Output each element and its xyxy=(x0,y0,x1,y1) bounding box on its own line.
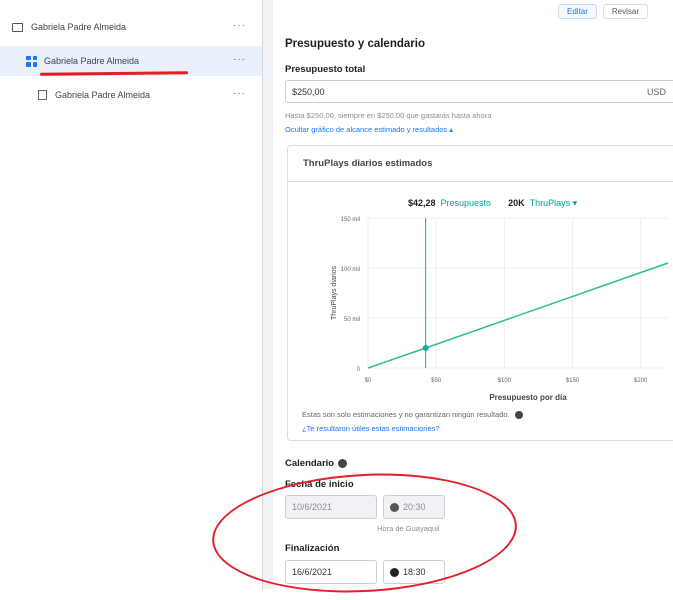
estimate-series-line xyxy=(367,262,669,369)
budget-value: $250,00 xyxy=(292,86,325,97)
budget-help-text: Hasta $250,00, siempre en $250,00 que ga… xyxy=(285,111,492,120)
currency-label: USD xyxy=(646,86,666,97)
campaign-tree: Gabriela Padre Almeida ··· Gabriela Padr… xyxy=(0,0,262,589)
more-options-icon[interactable]: ··· xyxy=(233,54,246,65)
x-axis-label: Presupuesto por día xyxy=(489,393,567,402)
x-tick-label: $150 xyxy=(566,378,580,384)
estimate-summary: $42,28 Presupuesto 20K ThruPlays ▾ xyxy=(408,198,577,209)
summary-count: 20K xyxy=(508,198,525,208)
info-icon[interactable] xyxy=(514,411,523,420)
more-options-icon[interactable]: ··· xyxy=(233,88,246,99)
metric-selector[interactable]: ThruPlays ▾ xyxy=(530,198,578,209)
budget-input[interactable]: $250,00 USD xyxy=(285,80,673,103)
estimate-chart: 0 50 mil 100 mil 150 mil $0 $50 $100 $150 $200 Th… xyxy=(331,217,669,402)
schedule-heading: Calendario xyxy=(285,458,348,469)
budget-marker-point xyxy=(422,345,429,351)
disclaimer-text: Estas son solo estimaciones y no garanti… xyxy=(302,410,523,420)
ad-page-icon xyxy=(38,90,47,100)
x-tick-label: $200 xyxy=(634,378,648,384)
estimate-card: ThruPlays diarios estimados $42,28 Presu… xyxy=(287,145,673,441)
tree-item-campaign[interactable]: Gabriela Padre Almeida ··· xyxy=(0,12,262,42)
tree-item-label: Gabriela Padre Almeida xyxy=(31,22,127,32)
edit-button[interactable]: Editar xyxy=(558,4,597,19)
schedule-title: Calendario xyxy=(285,458,335,469)
y-tick-label: 50 mil xyxy=(344,317,360,323)
section-title: Presupuesto y calendario xyxy=(285,38,425,50)
y-tick-label: 150 mil xyxy=(341,217,360,223)
budget-label: Presupuesto total xyxy=(285,64,366,75)
y-tick-label: 100 mil xyxy=(341,267,360,273)
top-toolbar: Editar Revisar xyxy=(558,4,649,19)
disclaimer-label: Estas son solo estimaciones y no garanti… xyxy=(302,410,510,419)
folder-icon xyxy=(12,22,23,32)
summary-amount: $42,28 xyxy=(408,198,436,208)
adset-grid-icon xyxy=(26,55,37,67)
info-icon[interactable] xyxy=(338,459,348,468)
more-options-icon[interactable]: ··· xyxy=(233,20,246,31)
tree-item-label: Gabriela Padre Almeida xyxy=(44,56,140,66)
estimate-card-header: ThruPlays diarios estimados xyxy=(288,146,673,182)
toggle-chart-link[interactable]: Ocultar gráfico de alcance estimado y re… xyxy=(285,125,453,134)
tree-item-ad[interactable]: Gabriela Padre Almeida ··· xyxy=(0,80,262,110)
summary-amount-label: Presupuesto xyxy=(440,198,492,208)
feedback-link[interactable]: ¿Te resultaron útiles estas estimaciones… xyxy=(302,424,440,433)
y-axis-label: ThruPlays diarios xyxy=(331,265,338,320)
y-tick-label: 0 xyxy=(357,367,361,373)
x-tick-label: $0 xyxy=(365,378,372,384)
tree-item-label: Gabriela Padre Almeida xyxy=(55,90,151,100)
x-tick-label: $50 xyxy=(431,378,442,384)
x-tick-label: $100 xyxy=(498,378,512,384)
review-button[interactable]: Revisar xyxy=(602,4,649,19)
